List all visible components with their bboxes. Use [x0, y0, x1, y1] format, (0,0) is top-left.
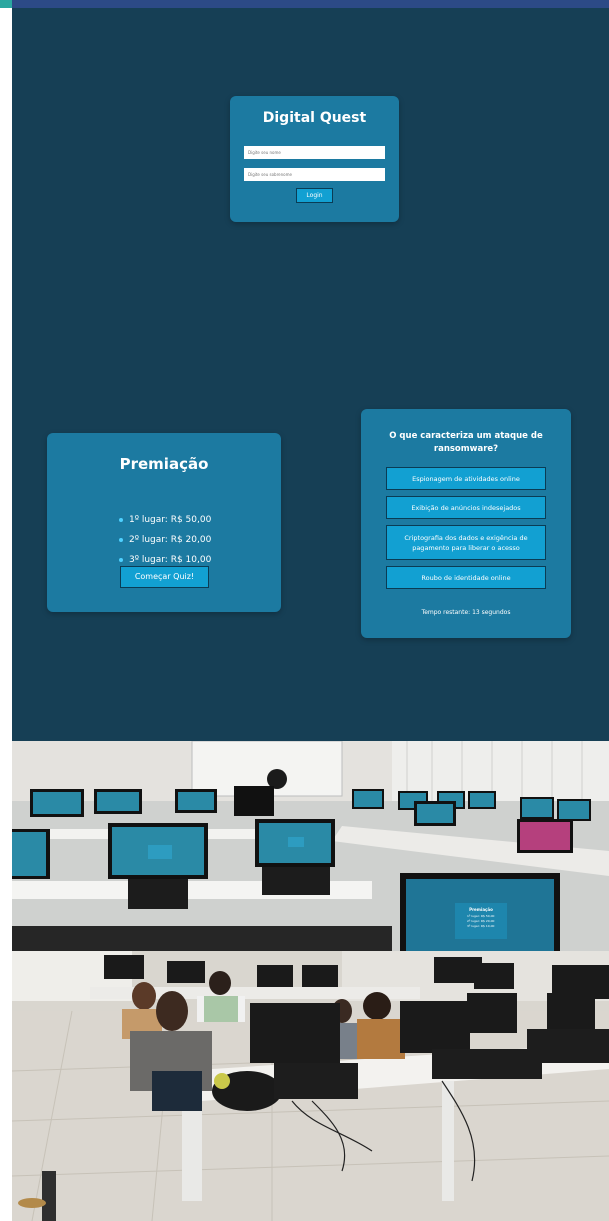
prize-title: Premiação — [119, 455, 209, 473]
login-card: Digital Quest Login — [230, 96, 399, 222]
answer-option[interactable]: Exibição de anúncios indesejados — [386, 496, 546, 519]
lab-photo-2-illustration — [12, 951, 609, 1221]
top-bar — [0, 0, 609, 8]
timer-text: Tempo restante: 13 segundos — [421, 609, 511, 616]
prize-item-text: 2º lugar: R$ 20,00 — [129, 535, 212, 545]
prize-item-text: 3º lugar: R$ 10,00 — [129, 555, 212, 565]
bullet-icon — [119, 558, 123, 562]
start-quiz-button[interactable]: Começar Quiz! — [120, 566, 209, 588]
prize-card: Premiação 1º lugar: R$ 50,00 2º lugar: R… — [47, 433, 281, 612]
answer-option[interactable]: Espionagem de atividades online — [386, 467, 546, 490]
answer-option[interactable]: Roubo de identidade online — [386, 566, 546, 589]
prize-list: 1º lugar: R$ 50,00 2º lugar: R$ 20,00 3º… — [119, 513, 211, 573]
prize-item: 2º lugar: R$ 20,00 — [119, 533, 211, 553]
lab-photo-2 — [12, 951, 609, 1221]
monitor-prize-title: Premiação — [469, 907, 493, 912]
name-input[interactable] — [244, 146, 385, 159]
bullet-icon — [119, 538, 123, 542]
top-bar-accent — [0, 0, 12, 8]
answer-option[interactable]: Criptografia dos dados e exigência de pa… — [386, 525, 546, 560]
monitor-prize-item: 3º lugar: R$ 10,00 — [467, 924, 495, 928]
quiz-card: O que caracteriza um ataque de ransomwar… — [361, 409, 571, 638]
app-screenshot: Digital Quest Login Premiação 1º lugar: … — [12, 8, 609, 741]
prize-item: 1º lugar: R$ 50,00 — [119, 513, 211, 533]
monitor-prize-card: Premiação 1º lugar: R$ 50,00 2º lugar: R… — [455, 903, 507, 939]
lab-photo-1-illustration — [12, 741, 609, 951]
lab-photo-1: Premiação 1º lugar: R$ 50,00 2º lugar: R… — [12, 741, 609, 951]
login-button[interactable]: Login — [296, 188, 333, 203]
lastname-input[interactable] — [244, 168, 385, 181]
left-margin — [0, 8, 12, 1221]
quiz-question: O que caracteriza um ataque de ransomwar… — [389, 431, 543, 454]
bullet-icon — [119, 518, 123, 522]
login-title: Digital Quest — [262, 110, 367, 126]
prize-item-text: 1º lugar: R$ 50,00 — [129, 515, 212, 525]
